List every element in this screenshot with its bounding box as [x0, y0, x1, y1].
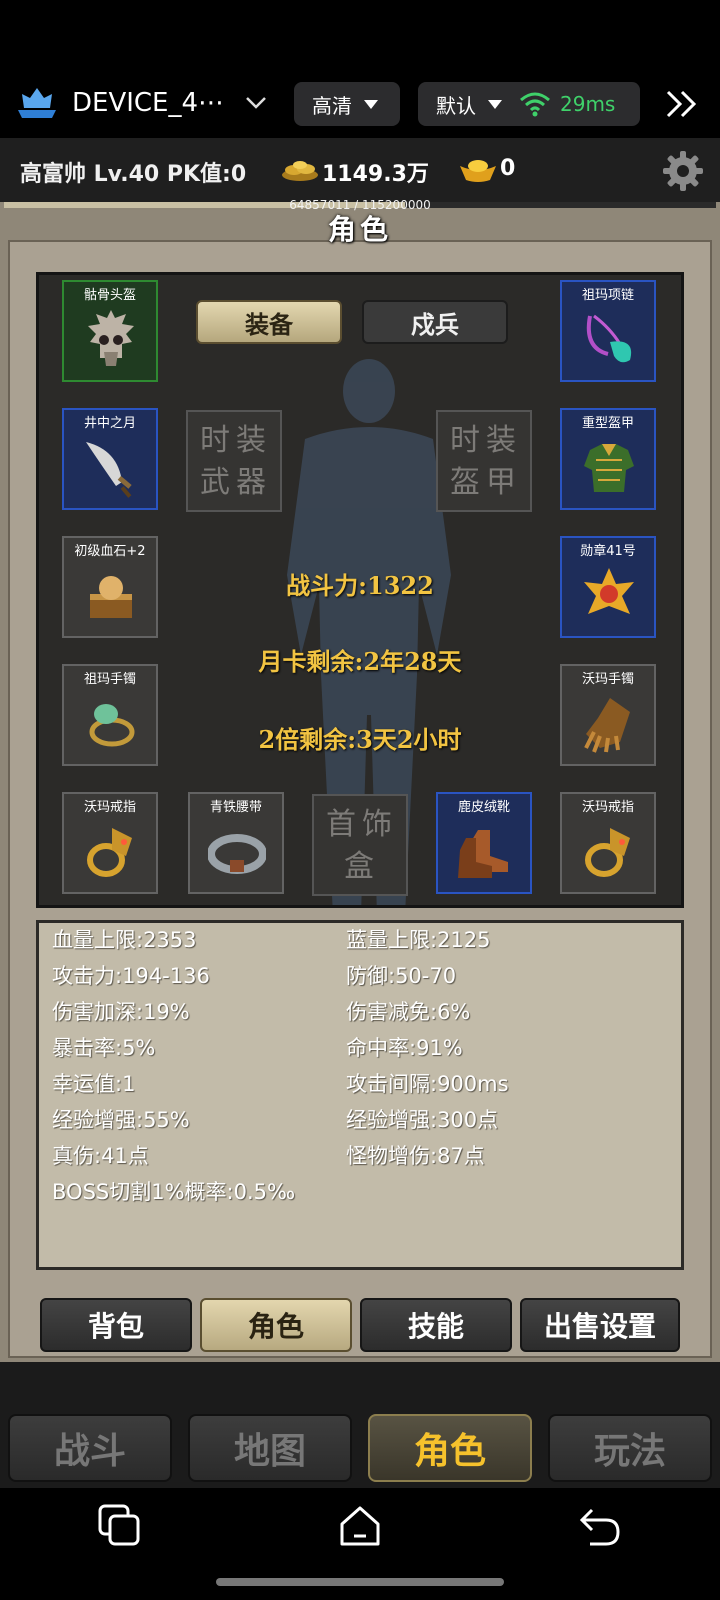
stat-luck: 幸运值:1 — [52, 1072, 136, 1096]
stat-attack: 攻击力:194-136 — [52, 964, 210, 988]
tab-skills[interactable]: 技能 — [360, 1298, 512, 1352]
slot-jewelry-box[interactable]: 首饰盒 — [312, 794, 408, 896]
double-chevron-right-icon[interactable] — [664, 88, 700, 120]
stat-boss-cut: BOSS切割1%概率:0.5‰ — [52, 1180, 296, 1204]
gauntlet-icon — [584, 698, 630, 753]
line-label: 默认 — [436, 93, 476, 118]
slot-helmet-label: 骷骨头盔 — [83, 288, 136, 303]
slot-boots[interactable]: 鹿皮绒靴 — [436, 792, 532, 894]
slot-ring-right-label: 沃玛戒指 — [581, 800, 634, 815]
slot-bloodstone-label: 初级血石+2 — [74, 544, 146, 559]
slot-fashion-weapon-label: 时装武器 — [200, 423, 272, 500]
wifi-icon — [520, 92, 550, 117]
slot-bracelet-right[interactable]: 沃玛手镯 — [560, 664, 656, 766]
combat-power: 战斗力:1322 — [286, 571, 434, 600]
slot-weapon[interactable]: 井中之月 — [62, 408, 158, 510]
nav-character[interactable]: 角色 — [368, 1414, 532, 1482]
stat-hit-rate: 命中率:91% — [346, 1036, 463, 1060]
recent-apps-icon[interactable] — [96, 1502, 144, 1550]
tab-character[interactable]: 角色 — [200, 1298, 352, 1352]
tab-sell-settings[interactable]: 出售设置 — [520, 1298, 680, 1352]
stat-damage-boost: 伤害加深:19% — [52, 1000, 190, 1024]
slot-bracelet-right-label: 沃玛手镯 — [581, 672, 634, 687]
slot-armor[interactable]: 重型盔甲 — [560, 408, 656, 510]
home-icon[interactable] — [336, 1502, 384, 1550]
tab-guard[interactable]: 戍兵 — [362, 300, 508, 344]
line-dropdown[interactable]: 默认 29ms — [418, 82, 640, 126]
stat-true-damage: 真伤:41点 — [52, 1144, 149, 1168]
slot-belt-label: 青铁腰带 — [209, 800, 262, 815]
slot-ring-right[interactable]: 沃玛戒指 — [560, 792, 656, 894]
slot-fashion-weapon[interactable]: 时装武器 — [186, 410, 282, 512]
player-status-bar: 高富帅 Lv.40 PK值:0 1149.3万 0 — [0, 138, 720, 202]
skull-helmet-icon — [88, 310, 134, 366]
boots-icon — [458, 830, 508, 878]
slot-necklace-label: 祖玛项链 — [581, 288, 634, 303]
quality-label: 高清 — [312, 93, 352, 118]
stat-max-mp: 蓝量上限:2125 — [346, 928, 491, 952]
ring-icon — [585, 828, 630, 877]
tab-equipment[interactable]: 装备 — [196, 300, 342, 344]
device-toolbar: DEVICE_4⋯ 高清 默认 29ms — [0, 0, 720, 138]
gesture-bar[interactable] — [216, 1578, 504, 1586]
gold-coins-icon — [282, 161, 318, 181]
gear-icon[interactable] — [662, 150, 704, 192]
stat-monster-damage: 怪物增伤:87点 — [346, 1144, 485, 1168]
sword-icon — [86, 442, 132, 498]
ping-value: 29ms — [560, 92, 616, 116]
nav-gameplay[interactable]: 玩法 — [548, 1414, 712, 1482]
slot-bracelet-left-label: 祖玛手镯 — [83, 672, 136, 687]
nav-battle[interactable]: 战斗 — [8, 1414, 172, 1482]
armor-icon — [584, 444, 634, 492]
tab-bag[interactable]: 背包 — [40, 1298, 192, 1352]
slot-boots-label: 鹿皮绒靴 — [457, 800, 510, 815]
slot-fashion-armor[interactable]: 时装盔甲 — [436, 410, 532, 512]
caret-down-icon — [364, 99, 378, 109]
ingot-amount: 0 — [500, 156, 516, 181]
gold-ingot-icon — [460, 160, 496, 182]
chevron-down-icon[interactable] — [244, 94, 268, 112]
back-icon[interactable] — [576, 1502, 624, 1550]
necklace-icon — [586, 314, 632, 363]
stat-attack-interval: 攻击间隔:900ms — [346, 1072, 509, 1096]
stat-crit-rate: 暴击率:5% — [52, 1036, 156, 1060]
quality-dropdown[interactable]: 高清 — [294, 82, 400, 126]
player-info: 高富帅 Lv.40 PK值:0 — [20, 162, 247, 187]
stat-damage-reduction: 伤害减免:6% — [346, 1000, 471, 1024]
device-logo-icon — [18, 88, 56, 118]
device-name[interactable]: DEVICE_4⋯ — [72, 88, 224, 118]
ring-icon — [87, 828, 132, 877]
slot-bracelet-left[interactable]: 祖玛手镯 — [62, 664, 158, 766]
bracelet-icon — [89, 704, 135, 747]
slot-necklace[interactable]: 祖玛项链 — [560, 280, 656, 382]
slot-ring-left-label: 沃玛戒指 — [83, 800, 136, 815]
stat-max-hp: 血量上限:2353 — [52, 928, 197, 952]
belt-icon — [208, 834, 266, 874]
slot-helmet[interactable]: 骷骨头盔 — [62, 280, 158, 382]
slot-medal-label: 勋章41号 — [580, 544, 636, 559]
stat-exp-bonus-percent: 经验增强:55% — [52, 1108, 190, 1132]
slot-belt[interactable]: 青铁腰带 — [188, 792, 284, 894]
slot-weapon-label: 井中之月 — [83, 416, 136, 431]
slot-fashion-armor-label: 时装盔甲 — [450, 423, 522, 500]
stat-exp-bonus-points: 经验增强:300点 — [346, 1108, 499, 1132]
slot-armor-label: 重型盔甲 — [581, 416, 634, 431]
slot-jewelry-box-label: 首饰盒 — [326, 807, 398, 884]
slot-ring-left[interactable]: 沃玛戒指 — [62, 792, 158, 894]
stat-defense: 防御:50-70 — [346, 964, 457, 988]
caret-down-icon — [488, 99, 502, 109]
panel-title: 角色 — [327, 213, 392, 246]
gold-amount: 1149.3万 — [322, 162, 429, 187]
nav-map[interactable]: 地图 — [188, 1414, 352, 1482]
